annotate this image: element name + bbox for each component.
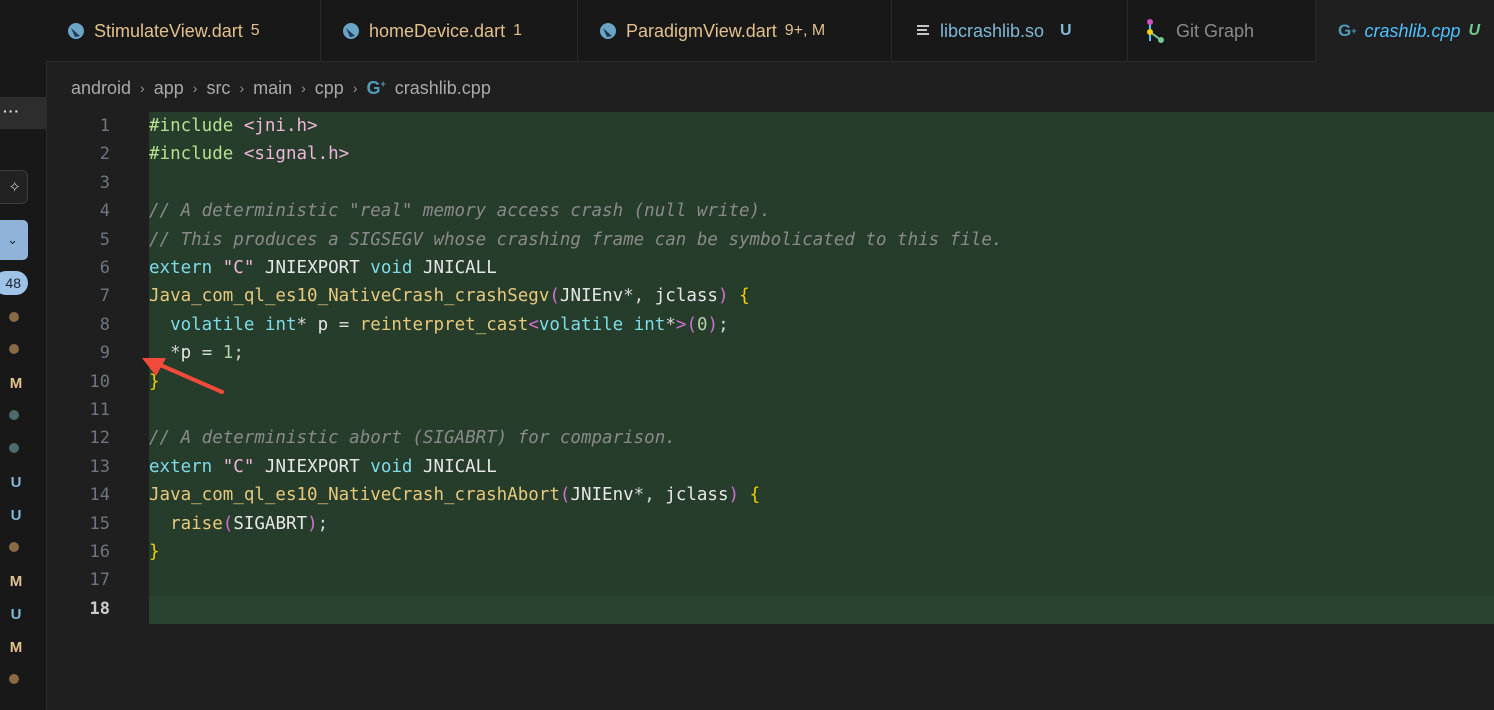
code-line[interactable]: // A deterministic "real" memory access … [149, 197, 771, 225]
tab-label: libcrashlib.so [940, 20, 1045, 41]
code-line[interactable]: volatile int* p = reinterpret_cast<volat… [149, 311, 729, 339]
status-dot [9, 312, 19, 322]
code-line[interactable]: raise(SIGABRT); [149, 510, 328, 538]
breadcrumb-item[interactable]: android [71, 78, 131, 99]
status-mark-untracked: U [10, 606, 22, 623]
code-line[interactable]: // A deterministic abort (SIGABRT) for c… [149, 424, 676, 452]
line-number: 3 [99, 172, 110, 193]
chevron-right-icon: › [140, 80, 145, 96]
line-number: 11 [89, 400, 110, 420]
code-line[interactable]: #include <jni.h> [149, 112, 318, 140]
line-number: 2 [99, 144, 110, 165]
status-dot [9, 344, 19, 354]
tab-paradigmview[interactable]: ParadigmView.dart 9+, M [578, 0, 892, 62]
breadcrumb-item[interactable]: cpp [315, 78, 344, 99]
line-number: 9 [99, 343, 110, 364]
line-number: 8 [99, 314, 110, 335]
line-number: 1 [99, 116, 110, 136]
line-number: 18 [89, 598, 110, 619]
arrow-annotation-icon [142, 358, 224, 394]
status-mark-modified: M [9, 375, 23, 392]
dart-icon [341, 21, 361, 41]
chevron-right-icon: › [239, 80, 245, 96]
lines-icon [916, 23, 932, 39]
dart-icon [598, 21, 618, 41]
tab-label: homeDevice.dart [369, 20, 506, 41]
status-mark-modified: M [9, 573, 23, 590]
tab-status: U [1468, 22, 1481, 39]
code-line[interactable]: } [149, 538, 160, 566]
chevron-down-icon[interactable]: ⌄ [0, 220, 28, 260]
code-line[interactable]: Java_com_ql_es10_NativeCrash_crashSegv(J… [149, 282, 750, 310]
tab-label: ParadigmView.dart [626, 20, 777, 41]
tab-crashlib-cpp[interactable]: G + crashlib.cpp U [1316, 0, 1494, 62]
tab-homedevice[interactable]: homeDevice.dart 1 [321, 0, 578, 62]
cpp-icon: G+ [366, 77, 386, 98]
status-mark-untracked: U [10, 507, 22, 524]
tab-status: 5 [250, 22, 260, 39]
more-actions-button[interactable]: ··· [0, 97, 46, 129]
line-number: 16 [89, 542, 110, 562]
line-number: 15 [89, 513, 110, 534]
editor-tab-bar: StimulateView.dart 5 homeDevice.dart 1 P… [46, 0, 1494, 62]
current-line-highlight [149, 596, 1494, 624]
changes-count-badge: 48 [0, 271, 28, 295]
line-number: 12 [89, 428, 110, 449]
tab-status: 1 [513, 22, 522, 39]
code-line[interactable]: #include <signal.h> [149, 140, 349, 168]
tab-git-graph[interactable]: Git Graph [1128, 0, 1316, 62]
line-number: 14 [89, 485, 110, 506]
line-number: 6 [99, 258, 110, 278]
breadcrumb-file[interactable]: crashlib.cpp [395, 78, 491, 99]
tab-status: U [1060, 22, 1072, 39]
line-number: 5 [99, 229, 110, 250]
status-mark-untracked: U [10, 474, 22, 491]
tab-stimulateview[interactable]: StimulateView.dart 5 [46, 0, 321, 62]
breadcrumb-item[interactable]: src [206, 78, 230, 99]
added-lines-highlight [149, 112, 1494, 624]
dart-icon [66, 21, 86, 41]
status-dot [9, 410, 19, 420]
chevron-right-icon: › [352, 80, 358, 96]
code-line[interactable]: Java_com_ql_es10_NativeCrash_crashAbort(… [149, 481, 760, 509]
code-line[interactable]: // This produces a SIGSEGV whose crashin… [149, 226, 1002, 254]
sparkle-icon[interactable]: ✧ [0, 170, 28, 204]
code-line[interactable]: extern "C" JNIEXPORT void JNICALL [149, 254, 497, 282]
chevron-right-icon: › [301, 80, 306, 96]
status-mark-modified: M [9, 639, 23, 656]
breadcrumb-item[interactable]: app [154, 78, 184, 99]
status-dot [9, 443, 19, 453]
line-number: 10 [89, 371, 110, 392]
activity-sidebar: ··· ✧ ⌄ 48 M U U M U M [0, 0, 47, 710]
tab-label: crashlib.cpp [1364, 20, 1461, 41]
tab-label: Git Graph [1176, 20, 1255, 41]
status-dot [9, 542, 19, 552]
tab-libcrashlib[interactable]: libcrashlib.so U [892, 0, 1128, 62]
chevron-right-icon: › [192, 80, 198, 96]
git-graph-icon [1144, 18, 1168, 44]
code-editor[interactable]: 1 2 3 4 5 6 7 8 9 10 11 12 13 14 15 16 17 18 #include <jn… [46, 112, 1494, 710]
code-line[interactable]: extern "C" JNIEXPORT void JNICALL [149, 453, 497, 481]
status-dot [9, 674, 19, 684]
cpp-icon: G+ [1338, 21, 1357, 40]
line-number: 4 [99, 201, 110, 222]
line-number: 7 [99, 286, 110, 307]
tab-status: 9+, M [784, 22, 826, 39]
breadcrumb: android › app › src › main › cpp › G+ crashli… [71, 74, 491, 102]
line-number: 17 [89, 570, 110, 591]
line-number: 13 [89, 456, 110, 477]
tab-label: StimulateView.dart [94, 20, 243, 41]
breadcrumb-item[interactable]: main [253, 78, 292, 99]
